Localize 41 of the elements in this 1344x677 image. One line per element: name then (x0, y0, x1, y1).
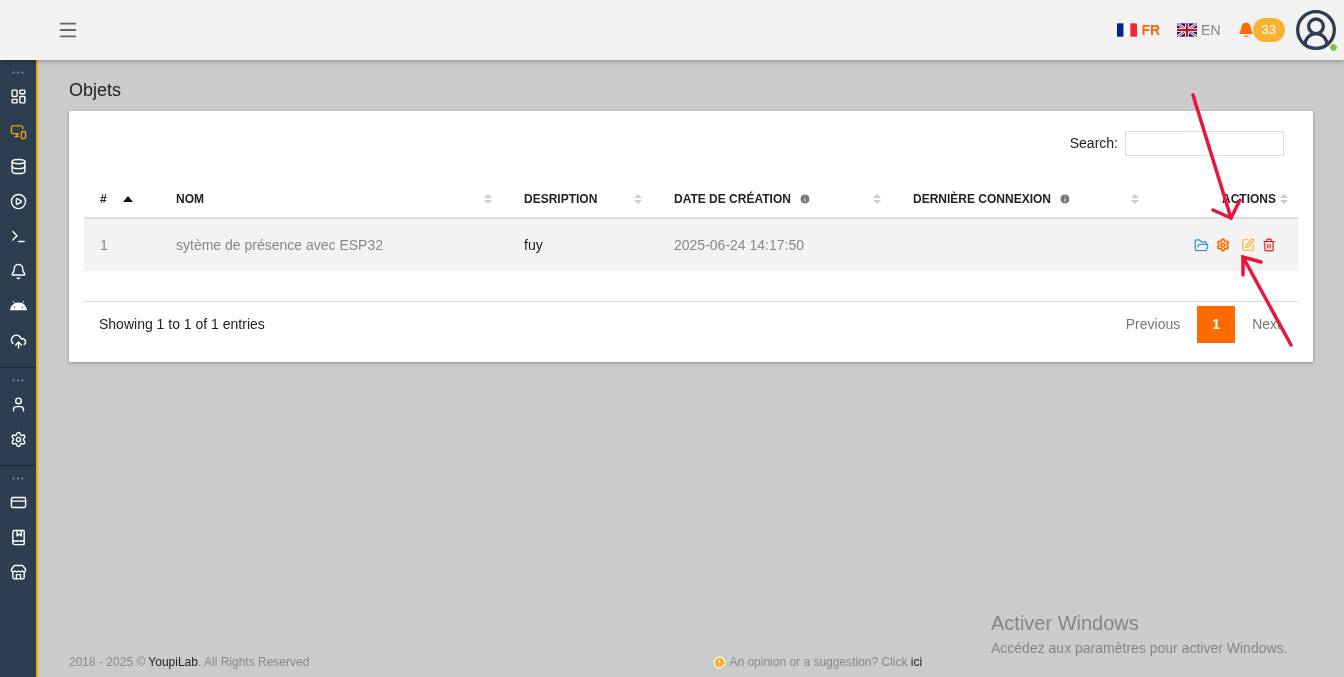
column-header[interactable]: NOM (176, 190, 204, 208)
column-header[interactable]: DESRIPTION (524, 190, 598, 208)
table-cell: sytème de présence avec ESP32 (176, 236, 383, 253)
search-field[interactable] (1125, 131, 1284, 156)
activation-title: Activer Windows (991, 611, 1140, 636)
terminal-icon[interactable] (9, 228, 27, 245)
previous-button[interactable]: Previous (1108, 314, 1198, 335)
entries-info: Showing 1 to 1 of 1 entries (99, 315, 265, 334)
database-icon[interactable] (9, 158, 27, 175)
ellipsis-icon (12, 71, 24, 74)
alert-icon (713, 655, 727, 669)
activation-text: Accédez aux paramètres pour activer Windows. (991, 639, 1288, 658)
bookmark-icon[interactable] (9, 529, 27, 546)
brand-link[interactable]: YoupiLab (148, 655, 198, 669)
folder-icon[interactable] (1194, 237, 1209, 253)
devices-icon[interactable] (9, 123, 27, 140)
table-cell: 1 (100, 236, 108, 253)
avatar-icon[interactable] (1294, 8, 1338, 52)
notification-count: 33 (1252, 18, 1285, 42)
dashboard-icon[interactable] (9, 88, 27, 105)
ellipsis-icon (12, 379, 24, 382)
sort-ascending-icon[interactable] (122, 196, 133, 202)
card-icon[interactable] (9, 494, 27, 511)
table-cell: fuy (524, 236, 543, 253)
store-icon[interactable] (9, 564, 27, 581)
flag-icon (1117, 23, 1138, 37)
cloud-upload-icon[interactable] (9, 333, 27, 350)
feedback-link[interactable]: ici (910, 655, 923, 669)
column-header[interactable]: DERNIÈRE CONNEXION (913, 190, 1052, 208)
page-title: Objets (69, 79, 123, 102)
column-header[interactable]: DATE DE CRÉATION (674, 190, 791, 208)
ellipsis-icon (12, 477, 24, 480)
feedback-text: An opinion or a suggestion? Click ici (729, 654, 923, 671)
column-header[interactable]: # (100, 190, 107, 208)
play-icon[interactable] (9, 193, 27, 210)
table-cell: 2025-06-24 14:17:50 (674, 236, 804, 253)
bell-icon[interactable] (9, 263, 27, 280)
trash-icon[interactable] (1262, 238, 1276, 252)
search-label: Search: (1069, 134, 1118, 153)
flag-icon (1177, 23, 1198, 37)
copyright-text: 2018 - 2025 © YoupiLab. All Rights Reserved (69, 654, 310, 671)
